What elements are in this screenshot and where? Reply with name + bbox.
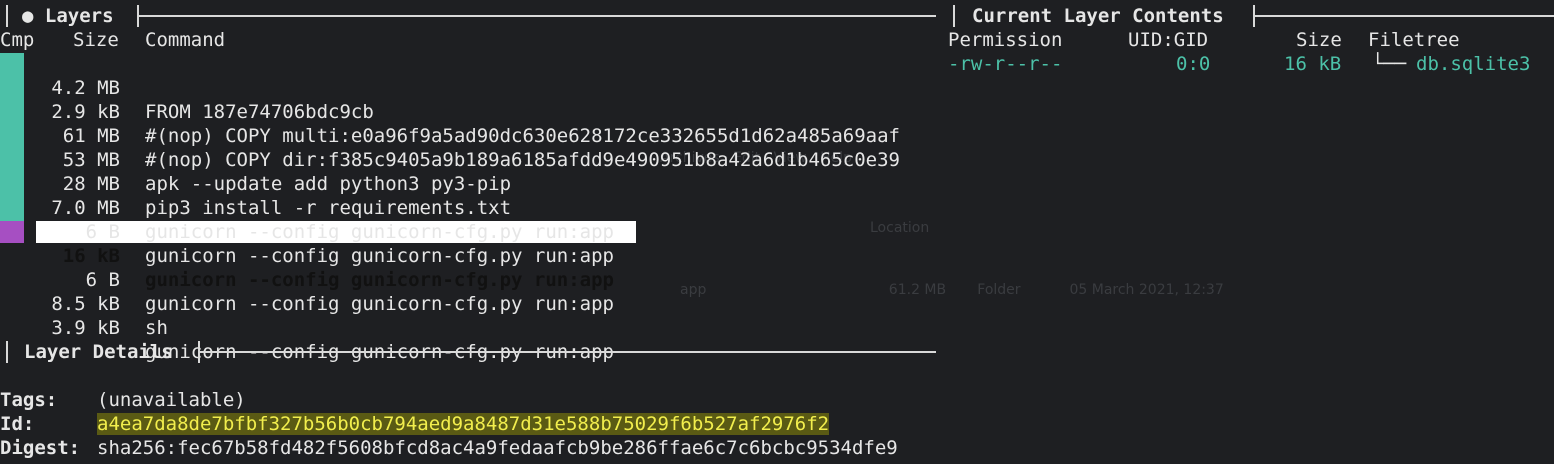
layer-row-selected[interactable]: 16 kB gunicorn --config gunicorn-cfg.py … <box>0 220 940 291</box>
digest-value: sha256:fec67b58fd482f5608bfcd8ac4a9fedaa… <box>97 437 898 459</box>
uid-gid-header: UID:GID <box>1128 29 1209 51</box>
cmp-header: Cmp <box>0 29 35 51</box>
contents-panel-title: Current Layer Contents <box>972 5 1224 27</box>
contents-title-rule <box>1255 15 1554 17</box>
layer-row[interactable]: 4.2 MB FROM 187e74706bdc9cb <box>0 52 940 123</box>
layer-row[interactable]: 8.5 kB sh <box>0 268 940 339</box>
tags-value: (unavailable) <box>97 389 246 411</box>
file-permission: -rw-r--r-- <box>948 53 1063 75</box>
layer-row[interactable]: 7.0 MB gunicorn --config gunicorn-cfg.py… <box>0 172 940 243</box>
command-header: Command <box>145 29 226 51</box>
layers-title-left-bar <box>6 5 8 27</box>
layer-row[interactable]: 6 B gunicorn --config gunicorn-cfg.py ru… <box>0 196 940 267</box>
tags-label: Tags: <box>0 389 58 411</box>
layer-row[interactable]: 2.9 kB #(nop) COPY multi:e0a96f9a5ad90dc… <box>0 76 940 147</box>
layer-row[interactable]: 53 MB apk --update add python3 py3-pip <box>0 124 940 195</box>
details-title-rule <box>200 351 936 353</box>
layer-row[interactable]: 3.9 kB gunicorn --config gunicorn-cfg.py… <box>0 292 940 363</box>
layer-size: 3.9 kB <box>51 317 120 339</box>
file-uid-gid: 0:0 <box>1176 53 1211 75</box>
digest-label: Digest: <box>0 437 81 459</box>
id-label: Id: <box>0 413 35 435</box>
details-title-left-bar <box>6 341 8 363</box>
details-panel-title: Layer Details <box>24 341 173 363</box>
tree-branch-icon: └── <box>1372 53 1407 75</box>
id-value-wrapper: a4ea7da8de7bfbf327b56b0cb794aed9a8487d31… <box>97 412 830 436</box>
layers-panel-title: ● Layers <box>22 5 114 27</box>
file-size: 16 kB <box>1284 53 1342 75</box>
permission-header: Permission <box>948 29 1063 51</box>
layer-row[interactable]: 28 MB pip3 install -r requirements.txt <box>0 148 940 219</box>
size-header: Size <box>1296 29 1342 51</box>
layers-title-rule <box>139 15 936 17</box>
layer-row[interactable]: 6 B gunicorn --config gunicorn-cfg.py ru… <box>0 244 940 315</box>
contents-title-left-bar <box>953 5 955 27</box>
size-header: Size <box>73 29 119 51</box>
layer-row[interactable]: 61 MB #(nop) COPY dir:f385c9405a9b189a61… <box>0 100 940 171</box>
filetree-header: Filetree <box>1368 29 1460 51</box>
id-value: a4ea7da8de7bfbf327b56b0cb794aed9a8487d31… <box>97 413 830 435</box>
layer-command: sh <box>145 317 168 339</box>
file-name: db.sqlite3 <box>1416 53 1531 75</box>
